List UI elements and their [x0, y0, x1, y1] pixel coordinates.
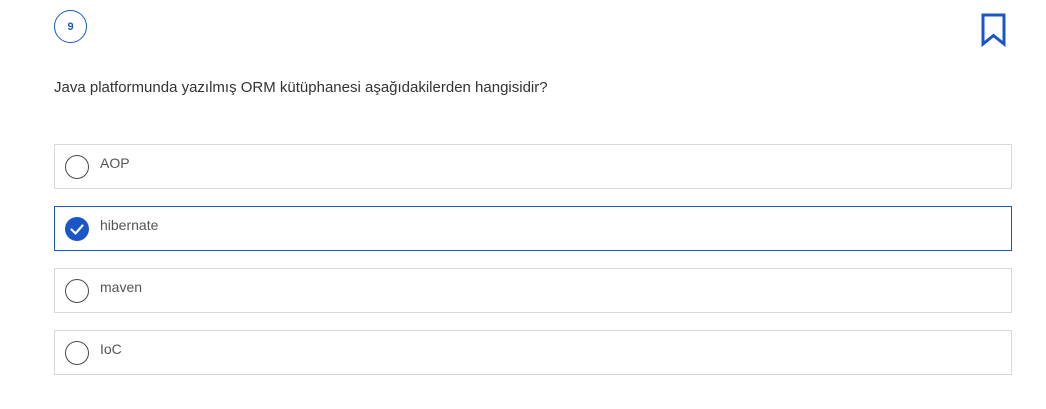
option-label: maven	[100, 279, 143, 295]
option-label: hibernate	[100, 217, 159, 233]
question-number-badge: 9	[54, 10, 87, 43]
bookmark-button[interactable]	[980, 13, 1007, 48]
radio-button-checked[interactable]	[65, 217, 89, 241]
option-ioc[interactable]: IoC	[54, 330, 1012, 375]
bookmark-icon	[981, 13, 1006, 48]
question-number: 9	[67, 20, 74, 33]
option-label: IoC	[100, 341, 122, 357]
option-label: AOP	[100, 155, 130, 171]
radio-button[interactable]	[65, 341, 89, 365]
option-maven[interactable]: maven	[54, 268, 1012, 313]
question-text: Java platformunda yazılmış ORM kütüphane…	[54, 79, 548, 96]
check-icon	[70, 224, 84, 235]
radio-button[interactable]	[65, 155, 89, 179]
option-hibernate[interactable]: hibernate	[54, 206, 1012, 251]
option-aop[interactable]: AOP	[54, 144, 1012, 189]
radio-button[interactable]	[65, 279, 89, 303]
